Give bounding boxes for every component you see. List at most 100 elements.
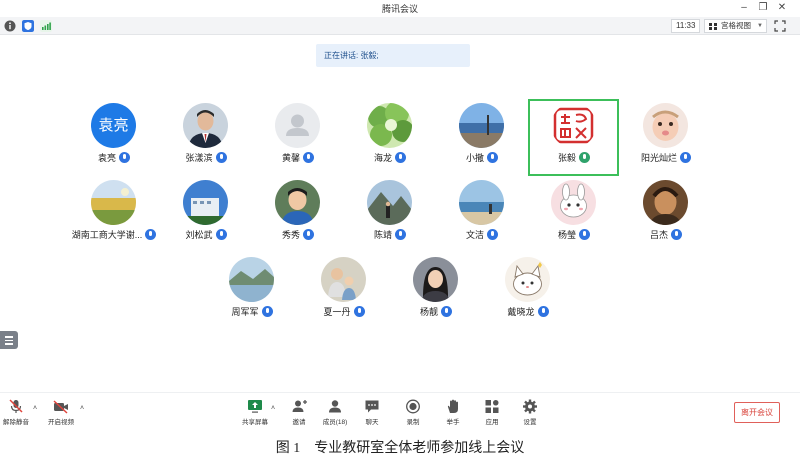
avatar [367, 103, 412, 148]
participant-name: 文洁 [465, 230, 484, 240]
start-video-button[interactable]: 开启视频 [41, 399, 81, 431]
participant-tile[interactable]: 杨瑩 [529, 177, 619, 249]
invite-button[interactable]: 邀请 [279, 399, 319, 431]
share-screen-icon [248, 400, 262, 413]
minimize-button[interactable]: – [737, 1, 751, 15]
unmute-label: 解除静音 [3, 419, 29, 426]
participant-name: 袁亮 [97, 153, 116, 163]
meeting-clock: 11:33 [671, 19, 701, 33]
participant-tile[interactable]: 张毅 [529, 100, 619, 172]
share-screen-label: 共享屏幕 [242, 419, 268, 426]
figure-caption: 图 1 专业教研室全体老师参加线上会议 [275, 441, 525, 456]
mic-icon [145, 229, 157, 240]
mic-icon [537, 306, 549, 317]
mic-icon [215, 229, 227, 240]
avatar [275, 180, 320, 225]
mic-icon [215, 152, 227, 163]
view-mode-select[interactable]: 宫格视图 ▼ [704, 19, 767, 33]
participant-tile[interactable]: 袁亮 袁亮 [69, 100, 159, 172]
hand-icon [447, 399, 458, 413]
participant-name: 周军军 [231, 307, 259, 317]
grid-view-icon [709, 23, 717, 30]
participant-tile[interactable]: 湖南工商大学谢... [69, 177, 159, 249]
raise-hand-button[interactable]: 举手 [433, 399, 473, 431]
participant-name: 小撒 [465, 153, 484, 163]
members-button[interactable]: 成员(18) [315, 399, 355, 431]
participant-tile[interactable]: 周军军 [207, 254, 297, 326]
start-video-label: 开启视频 [48, 419, 74, 426]
participant-tile[interactable]: 吕杰 [621, 177, 711, 249]
participant-tile[interactable]: 杨靓 [391, 254, 481, 326]
participant-name: 黄馨 [281, 153, 300, 163]
mic-icon [441, 306, 452, 317]
mic-icon [671, 229, 682, 240]
meeting-toolbar: 解除静音 ˄ 开启视频 ˄ 共享屏幕 ˄ 邀请 成员(18) 聊天 录制 举手 … [0, 392, 800, 432]
mic-icon [119, 152, 130, 163]
participant-tile[interactable]: 黄馨 [253, 100, 343, 172]
share-screen-button[interactable]: 共享屏幕 [235, 399, 275, 431]
shield-icon[interactable] [22, 20, 34, 32]
side-panel-toggle[interactable] [0, 331, 18, 349]
invite-label: 邀请 [292, 419, 306, 426]
participant-name: 吕杰 [649, 230, 668, 240]
avatar [275, 103, 320, 148]
participant-name: 刘松武 [185, 230, 213, 240]
raise-hand-label: 举手 [446, 419, 460, 426]
mic-active-icon [579, 152, 590, 163]
mic-icon [579, 229, 590, 240]
apps-button[interactable]: 应用 [472, 399, 512, 431]
settings-button[interactable]: 设置 [510, 399, 550, 431]
participant-tile[interactable]: 海龙 [345, 100, 435, 172]
mic-icon [487, 229, 498, 240]
participant-tile[interactable]: 刘松武 [161, 177, 251, 249]
participant-name: 阳光灿烂 [640, 153, 677, 163]
invite-icon [292, 400, 307, 412]
gear-icon [523, 399, 537, 414]
meeting-window: 腾讯会议 – ❐ ✕ 11:33 宫格视图 ▼ 正在讲话: 张毅; 袁亮 袁亮 … [0, 0, 800, 432]
avatar [183, 180, 228, 225]
title-bar: 腾讯会议 – ❐ ✕ [0, 0, 800, 16]
record-button[interactable]: 录制 [393, 399, 433, 431]
participant-tile[interactable]: 阳光灿烂 [621, 100, 711, 172]
mic-icon [487, 152, 498, 163]
unmute-button[interactable]: 解除静音 [0, 399, 36, 431]
participant-tile[interactable]: 陈靖 [345, 177, 435, 249]
mic-icon [261, 306, 273, 317]
participant-name: 夏一丹 [323, 307, 351, 317]
leave-meeting-button[interactable]: 离开会议 [734, 402, 780, 423]
info-icon[interactable] [4, 20, 16, 32]
restore-button[interactable]: ❐ [756, 1, 770, 15]
participant-name: 湖南工商大学谢... [71, 230, 143, 240]
participant-tile[interactable]: 小撒 [437, 100, 527, 172]
chevron-up-icon[interactable]: ˄ [271, 405, 275, 412]
mic-icon [303, 229, 314, 240]
chat-button[interactable]: 聊天 [352, 399, 392, 431]
avatar [229, 257, 274, 302]
avatar-initials: 袁亮 [98, 117, 129, 134]
record-label: 录制 [406, 419, 420, 426]
chevron-up-icon[interactable]: ˄ [33, 405, 37, 412]
fullscreen-icon[interactable] [774, 20, 786, 32]
members-label: 成员(18) [322, 419, 348, 426]
close-button[interactable]: ✕ [775, 1, 789, 15]
apps-icon [485, 400, 499, 413]
record-icon [406, 399, 420, 414]
participant-name: 戴晓龙 [507, 307, 535, 317]
participant-tile[interactable]: 秀秀 [253, 177, 343, 249]
participant-tile[interactable]: 夏一丹 [299, 254, 389, 326]
participant-tile[interactable]: 张漾滨 [161, 100, 251, 172]
avatar: 袁亮 [91, 103, 136, 148]
mic-icon [680, 152, 691, 163]
avatar [643, 103, 688, 148]
signal-icon[interactable] [40, 20, 52, 32]
avatar [321, 257, 366, 302]
view-mode-label: 宫格视图 [721, 21, 751, 30]
meeting-info-bar: 11:33 宫格视图 ▼ [0, 17, 800, 35]
apps-label: 应用 [485, 419, 499, 426]
chevron-up-icon[interactable]: ˄ [80, 405, 84, 412]
mic-icon [395, 229, 406, 240]
avatar [505, 257, 550, 302]
participant-tile[interactable]: 戴晓龙 [483, 254, 573, 326]
mic-muted-icon [9, 399, 23, 413]
participant-tile[interactable]: 文洁 [437, 177, 527, 249]
